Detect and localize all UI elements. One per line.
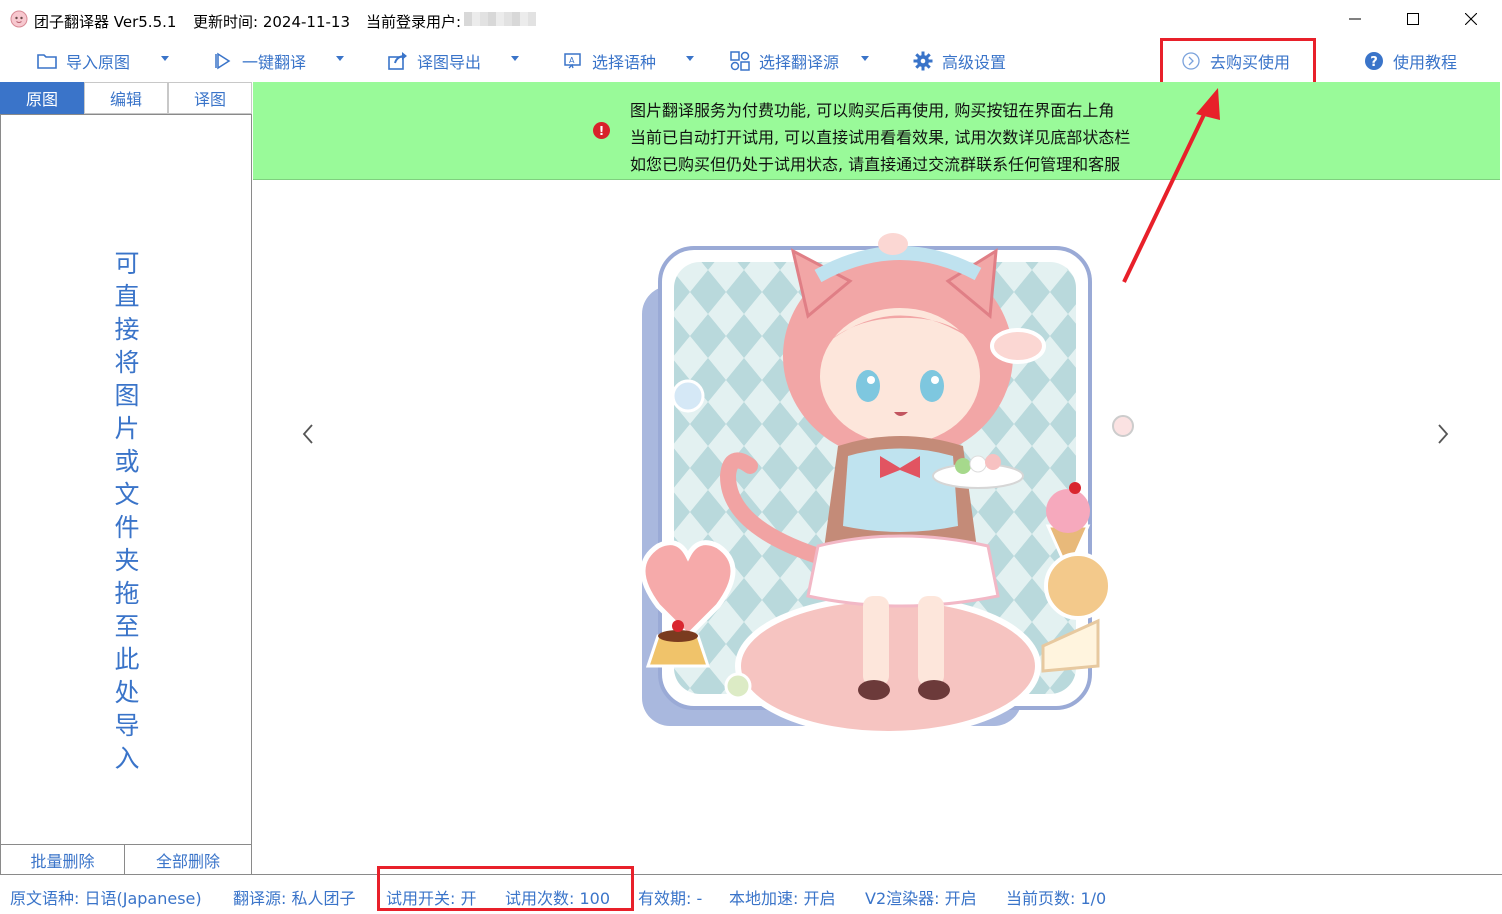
chevron-left-icon xyxy=(302,424,313,444)
import-dropdown-arrow[interactable] xyxy=(161,56,169,61)
update-time: 更新时间: 2024-11-13 xyxy=(193,13,350,31)
language-button[interactable]: A 选择语种 xyxy=(562,48,656,74)
language-icon: A xyxy=(562,50,584,72)
settings-button[interactable]: 高级设置 xyxy=(912,48,1006,74)
export-label: 译图导出 xyxy=(417,53,482,72)
tab-edit[interactable]: 编辑 xyxy=(84,82,168,114)
tab-translated[interactable]: 译图 xyxy=(168,82,252,114)
status-validity: 有效期: - xyxy=(638,889,703,908)
delete-all-button[interactable]: 全部删除 xyxy=(125,845,251,875)
left-panel: 原图 编辑 译图 可直接将图片或文件夹拖至此处导入 批量删除 全部删除 xyxy=(0,82,252,875)
preview-illustration xyxy=(640,233,1134,737)
source-label: 选择翻译源 xyxy=(759,53,840,72)
current-user-label: 当前登录用户: xyxy=(366,13,462,31)
app-logo-icon xyxy=(10,10,28,28)
minimize-button[interactable] xyxy=(1326,0,1384,38)
notice-line-1: 图片翻译服务为付费功能, 可以购买后再使用, 购买按钮在界面右上角 xyxy=(630,101,1115,120)
maximize-button[interactable] xyxy=(1384,0,1442,38)
export-button[interactable]: 译图导出 xyxy=(387,48,481,74)
previous-image-button[interactable] xyxy=(298,421,318,447)
user-name-redacted xyxy=(464,12,536,26)
left-panel-actions: 批量删除 全部删除 xyxy=(0,844,252,875)
import-label: 导入原图 xyxy=(66,53,131,72)
tutorial-button[interactable]: ? 使用教程 xyxy=(1363,48,1457,74)
source-icon xyxy=(729,50,751,72)
translate-button[interactable]: 一键翻译 xyxy=(212,48,306,74)
share-icon xyxy=(387,50,409,72)
image-viewer xyxy=(253,181,1500,874)
annotation-arrow-icon xyxy=(1122,88,1220,283)
export-dropdown-arrow[interactable] xyxy=(511,56,519,61)
tab-original[interactable]: 原图 xyxy=(0,82,84,114)
drop-hint-text: 可直接将图片或文件夹拖至此处导入 xyxy=(114,249,140,773)
view-tabs: 原图 编辑 译图 xyxy=(0,82,252,114)
tutorial-label: 使用教程 xyxy=(1393,53,1458,72)
source-button[interactable]: 选择翻译源 xyxy=(729,48,839,74)
title-bar: 团子翻译器 Ver5.5.1 更新时间: 2024-11-13 当前登录用户: xyxy=(0,0,1502,38)
import-button[interactable]: 导入原图 xyxy=(36,48,130,74)
source-dropdown-arrow[interactable] xyxy=(861,56,869,61)
trial-notice-banner: ! 图片翻译服务为付费功能, 可以购买后再使用, 购买按钮在界面右上角 当前已自… xyxy=(253,82,1500,180)
status-v2-renderer: V2渲染器: 开启 xyxy=(865,889,977,908)
notice-line-3: 如您已购买但仍处于试用状态, 请直接通过交流群联系任何管理和客服 xyxy=(630,155,1121,174)
error-icon: ! xyxy=(593,122,610,139)
notice-text: 图片翻译服务为付费功能, 可以购买后再使用, 购买按钮在界面右上角 当前已自动打… xyxy=(630,97,1130,178)
app-title: 团子翻译器 Ver5.5.1 xyxy=(34,13,177,31)
minimize-icon xyxy=(1349,18,1361,20)
settings-label: 高级设置 xyxy=(942,53,1007,72)
maximize-icon xyxy=(1407,13,1419,25)
translate-label: 一键翻译 xyxy=(242,53,307,72)
help-icon: ? xyxy=(1363,50,1385,72)
status-source-language: 原文语种: 日语(Japanese) xyxy=(10,889,202,908)
status-bar: 原文语种: 日语(Japanese) 翻译源: 私人团子 试用开关: 开 试用次… xyxy=(0,874,1502,914)
translate-dropdown-arrow[interactable] xyxy=(336,56,344,61)
trial-highlight-box xyxy=(377,866,634,911)
status-local-accel: 本地加速: 开启 xyxy=(729,889,836,908)
svg-text:?: ? xyxy=(1370,55,1378,70)
play-icon xyxy=(212,50,234,72)
next-image-button[interactable] xyxy=(1433,421,1453,447)
batch-delete-button[interactable]: 批量删除 xyxy=(0,845,125,875)
chevron-right-icon xyxy=(1438,424,1449,444)
language-dropdown-arrow[interactable] xyxy=(686,56,694,61)
svg-text:A: A xyxy=(569,56,575,65)
gear-icon xyxy=(912,50,934,72)
status-translate-source: 翻译源: 私人团子 xyxy=(233,889,356,908)
image-drop-area[interactable]: 可直接将图片或文件夹拖至此处导入 xyxy=(0,114,251,844)
notice-line-2: 当前已自动打开试用, 可以直接试用看看效果, 试用次数详见底部状态栏 xyxy=(630,128,1131,147)
close-button[interactable] xyxy=(1442,0,1500,38)
close-icon xyxy=(1465,13,1477,25)
folder-icon xyxy=(36,50,58,72)
language-label: 选择语种 xyxy=(592,53,657,72)
status-current-page: 当前页数: 1/0 xyxy=(1006,889,1107,908)
buy-highlight-box xyxy=(1160,38,1316,86)
